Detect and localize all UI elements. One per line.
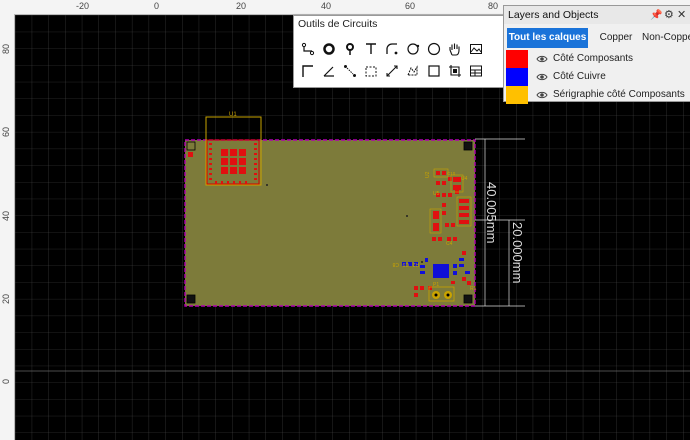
ruler-tick: 20 bbox=[236, 1, 247, 11]
label-u2: U2 bbox=[425, 171, 431, 178]
text-icon bbox=[366, 43, 376, 54]
eye-icon[interactable] bbox=[536, 89, 548, 101]
via-tool[interactable] bbox=[341, 40, 359, 58]
label-c9: C9 bbox=[402, 261, 409, 267]
pan-tool[interactable] bbox=[446, 40, 464, 58]
layer-color-swatch[interactable] bbox=[506, 86, 528, 104]
label-r2: R2 bbox=[412, 261, 419, 267]
crop-icon bbox=[449, 65, 461, 77]
image-tool[interactable] bbox=[467, 40, 485, 58]
rect-icon bbox=[428, 65, 440, 77]
label-p1: P1 bbox=[433, 282, 439, 288]
ruler-tick: 60 bbox=[1, 126, 11, 137]
dimension-icon bbox=[386, 65, 398, 77]
image-icon bbox=[470, 44, 482, 54]
layer-label: Côté Composants bbox=[553, 53, 634, 64]
wire-tool[interactable] bbox=[299, 40, 317, 58]
eye-icon[interactable] bbox=[536, 53, 548, 65]
measure-icon bbox=[344, 65, 356, 77]
layers-panel-header: Layers and Objects 📌 ⚙ ✕ bbox=[504, 6, 690, 24]
ruler-tick: 80 bbox=[1, 43, 11, 54]
label-r1: R1 bbox=[470, 286, 477, 292]
select-rect-icon bbox=[365, 66, 377, 77]
label-c10: C10 bbox=[447, 171, 456, 176]
hand-icon bbox=[449, 43, 460, 56]
via-icon bbox=[346, 43, 354, 55]
ruler-tick: 40 bbox=[321, 1, 332, 11]
tab-copper[interactable]: Copper bbox=[592, 28, 640, 48]
ruler-tick: 20 bbox=[1, 293, 11, 304]
layer-row-copper-side[interactable]: Côté Cuivre bbox=[504, 68, 690, 86]
layer-row-silkscreen[interactable]: Sérigraphie côté Composants bbox=[504, 86, 690, 104]
pad-tool[interactable] bbox=[320, 40, 338, 58]
layer-label: Sérigraphie côté Composants bbox=[553, 89, 685, 100]
circle-icon bbox=[407, 43, 420, 55]
arc-icon bbox=[386, 43, 398, 55]
tab-all-layers[interactable]: Tout les calques bbox=[507, 28, 588, 48]
circle-outline-icon bbox=[427, 42, 441, 56]
area-icon bbox=[407, 65, 418, 76]
ruler-tick: -20 bbox=[76, 1, 90, 11]
wire-icon bbox=[301, 42, 315, 56]
text-tool[interactable] bbox=[362, 40, 380, 58]
label-c4: C4 bbox=[446, 241, 453, 247]
layer-tabs: Tout les calques Copper Non-Copper bbox=[504, 28, 690, 48]
copper-area-tool[interactable] bbox=[404, 62, 422, 80]
circuit-tools-panel: Outils de Circuits bbox=[293, 15, 508, 88]
ruler-tick: 40 bbox=[1, 210, 11, 221]
layer-row-component-side[interactable]: Côté Composants bbox=[504, 50, 690, 68]
layer-color-swatch[interactable] bbox=[506, 50, 528, 68]
ruler-tick: 0 bbox=[154, 1, 160, 11]
table-icon bbox=[470, 65, 482, 77]
close-icon[interactable]: ✕ bbox=[677, 8, 686, 21]
ruler-left: 80 60 40 20 0 bbox=[0, 14, 15, 440]
angle-icon bbox=[323, 66, 334, 77]
corner-line-icon bbox=[302, 65, 313, 77]
rect-tool[interactable] bbox=[425, 62, 443, 80]
layers-panel-title: Layers and Objects bbox=[508, 9, 599, 21]
pin-icon[interactable]: 📌 bbox=[650, 10, 662, 21]
circuit-tools-title: Outils de Circuits bbox=[298, 18, 378, 30]
layer-color-swatch[interactable] bbox=[506, 68, 528, 86]
crop-tool[interactable] bbox=[446, 62, 464, 80]
dimension-half-label: 20.000mm bbox=[510, 222, 525, 283]
label-u4: U4 bbox=[461, 176, 468, 182]
layers-panel: Layers and Objects 📌 ⚙ ✕ Tout les calque… bbox=[503, 5, 690, 104]
line-tool[interactable] bbox=[299, 62, 317, 80]
label-c8: C8 bbox=[392, 261, 399, 267]
circle-tool[interactable] bbox=[404, 40, 422, 58]
angle-tool[interactable] bbox=[320, 62, 338, 80]
ruler-tick: 80 bbox=[488, 1, 499, 11]
dimension-total-label: 40.005mm bbox=[484, 182, 499, 243]
layer-label: Côté Cuivre bbox=[553, 71, 606, 82]
ruler-tick: 60 bbox=[405, 1, 416, 11]
label-u1: U1 bbox=[229, 112, 237, 118]
measure-tool[interactable] bbox=[341, 62, 359, 80]
tab-non-copper[interactable]: Non-Copper bbox=[642, 28, 690, 48]
table-tool[interactable] bbox=[467, 62, 485, 80]
label-u5: U5 bbox=[433, 191, 440, 197]
select-area-tool[interactable] bbox=[362, 62, 380, 80]
eye-icon[interactable] bbox=[536, 71, 548, 83]
dimension-tool[interactable] bbox=[383, 62, 401, 80]
ruler-tick: 0 bbox=[1, 378, 11, 384]
ring-icon bbox=[323, 43, 335, 55]
gear-icon[interactable]: ⚙ bbox=[664, 8, 674, 21]
arc-tool[interactable] bbox=[383, 40, 401, 58]
filled-circle-tool[interactable] bbox=[425, 40, 443, 58]
